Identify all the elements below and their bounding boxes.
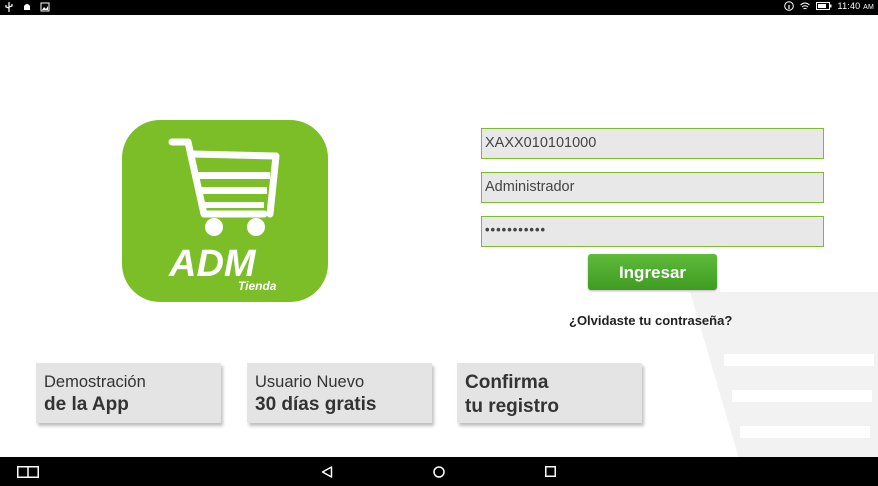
card-line1: Demostración [44, 373, 146, 391]
android-debug-icon [24, 4, 30, 10]
wifi-icon [799, 2, 810, 10]
username-field[interactable]: Administrador [481, 172, 824, 203]
demo-app-button[interactable]: Demostración de la App [36, 363, 221, 423]
shopping-cart-icon: ADM Tienda [168, 138, 280, 293]
navigation-bar [0, 457, 878, 486]
card-line1: Confirma [465, 372, 549, 393]
password-field[interactable]: ••••••••••• [481, 216, 824, 247]
card-line1: Usuario Nuevo [255, 373, 365, 391]
card-line2: de la App [44, 394, 129, 415]
card-line2: tu registro [465, 396, 559, 417]
app-logo: ADM Tienda [122, 120, 328, 302]
image-icon [40, 2, 50, 12]
info-icon [783, 1, 794, 11]
home-icon[interactable] [428, 457, 450, 486]
login-button[interactable]: Ingresar [588, 254, 717, 290]
new-user-button[interactable]: Usuario Nuevo 30 días gratis [247, 363, 432, 423]
card-line2: 30 días gratis [255, 394, 377, 415]
clock: 11:40 AM [837, 1, 874, 11]
forgot-password-link[interactable]: ¿Olvidaste tu contraseña? [569, 313, 732, 328]
confirm-registration-button[interactable]: Confirma tu registro [457, 363, 642, 423]
recents-icon[interactable] [539, 457, 561, 486]
rfc-field[interactable]: XAXX010101000 [481, 128, 824, 159]
battery-icon [815, 2, 832, 10]
usb-icon [5, 2, 13, 12]
status-bar: 11:40 AM [0, 0, 878, 15]
logo-subtitle-text: Tienda [238, 279, 277, 293]
back-icon[interactable] [316, 457, 338, 486]
multi-window-icon[interactable] [14, 457, 42, 486]
